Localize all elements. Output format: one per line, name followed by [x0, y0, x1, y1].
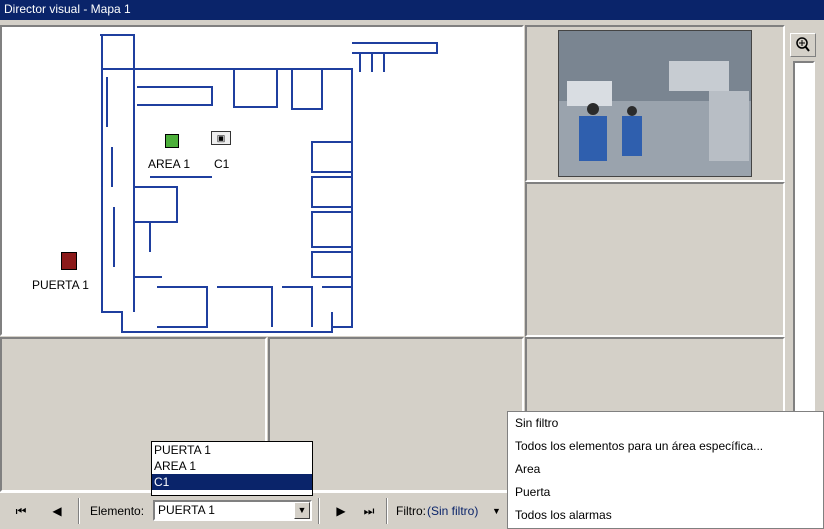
element-value: PUERTA 1: [158, 503, 215, 517]
filter-menu-item[interactable]: Sin filtro: [508, 412, 823, 435]
area-marker[interactable]: [165, 134, 179, 148]
prev-icon[interactable]: ◀: [46, 501, 68, 521]
door-label: PUERTA 1: [32, 278, 89, 292]
filter-dropdown-icon[interactable]: ▼: [492, 506, 501, 516]
next-icon[interactable]: ▶: [330, 501, 352, 521]
camera-label: C1: [214, 157, 230, 171]
chevron-down-icon[interactable]: ▼: [294, 502, 310, 519]
first-icon[interactable]: ⏮: [10, 501, 32, 521]
dropdown-item-selected[interactable]: C1: [152, 474, 312, 490]
video-pane-2[interactable]: [525, 182, 785, 337]
toolbar-separator: [318, 498, 320, 524]
filter-menu-item[interactable]: Area: [508, 458, 823, 481]
toolbar-separator: [386, 498, 388, 524]
zoom-in-button[interactable]: [790, 33, 816, 57]
dropdown-item[interactable]: PUERTA 1: [152, 442, 312, 458]
filter-menu-item[interactable]: Puerta: [508, 481, 823, 504]
zoom-icon: [796, 37, 810, 52]
toolbar-separator: [78, 498, 80, 524]
filter-menu-item[interactable]: Todos los elementos para un área específ…: [508, 435, 823, 458]
element-dropdown-list[interactable]: PUERTA 1 AREA 1 C1: [151, 441, 313, 496]
area-label: AREA 1: [148, 157, 191, 171]
window-title: Director visual - Mapa 1: [0, 0, 824, 20]
filter-menu-item[interactable]: Todos los alarmas: [508, 504, 823, 527]
camera-icon[interactable]: ▣: [211, 131, 231, 145]
door-icon[interactable]: [61, 252, 77, 270]
filter-value[interactable]: (Sin filtro): [427, 504, 478, 518]
camera-video-feed: [558, 30, 752, 177]
video-pane-1[interactable]: [525, 25, 785, 182]
element-label: Elemento:: [90, 504, 145, 518]
last-icon[interactable]: ⏭: [358, 501, 380, 521]
filter-label: Filtro:: [396, 504, 426, 518]
filter-menu: Sin filtro Todos los elementos para un á…: [507, 411, 824, 529]
element-combobox[interactable]: PUERTA 1 ▼: [153, 500, 312, 521]
map-pane[interactable]: AREA 1 ▣ C1 PUERTA 1: [0, 25, 524, 336]
dropdown-item[interactable]: AREA 1: [152, 458, 312, 474]
